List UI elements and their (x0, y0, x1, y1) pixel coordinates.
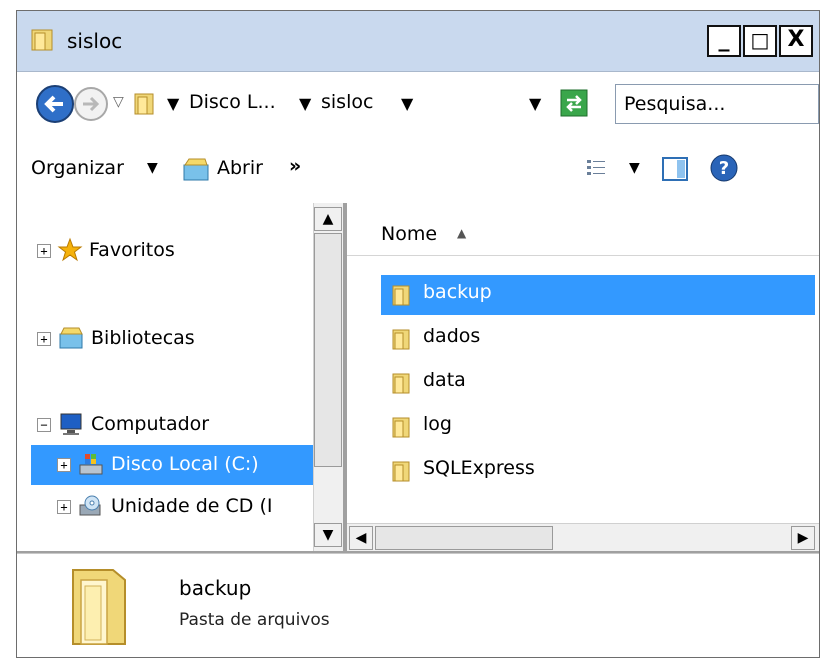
column-header-name[interactable]: Nome ▲ (347, 203, 819, 257)
folder-icon (392, 373, 410, 394)
list-item[interactable]: data (381, 363, 815, 403)
file-name: backup (423, 281, 492, 303)
file-name: log (423, 413, 452, 435)
organize-dropdown-icon[interactable]: ▼ (147, 160, 158, 176)
expand-icon[interactable]: + (37, 332, 51, 346)
drive-icon (79, 454, 103, 475)
breadcrumb-arrow-icon[interactable]: ▼ (299, 94, 311, 113)
more-commands-button[interactable]: » (289, 155, 301, 177)
expand-icon[interactable]: + (37, 244, 51, 258)
recent-pages-dropdown-icon[interactable]: ▽ (113, 94, 124, 110)
view-dropdown-icon[interactable]: ▼ (629, 160, 640, 176)
breadcrumb-item-drive[interactable]: Disco L... (189, 91, 276, 113)
list-item[interactable]: SQLExpress (381, 451, 815, 491)
nav-scrollbar[interactable]: ▲ ▼ (313, 203, 343, 551)
scroll-up-icon[interactable]: ▲ (314, 207, 342, 231)
scroll-down-icon[interactable]: ▼ (314, 523, 342, 547)
address-bar: ▽ ▼ Disco L... ▼ sisloc ▼ ▼ Pesquisa... (17, 71, 819, 135)
maximize-button[interactable]: □ (743, 25, 777, 57)
help-icon[interactable]: ? (709, 153, 739, 183)
breadcrumb-arrow-icon[interactable]: ▼ (401, 94, 413, 113)
nav-item-label: Bibliotecas (91, 327, 195, 349)
forward-icon[interactable] (73, 86, 109, 122)
collapse-icon[interactable]: − (37, 418, 51, 432)
explorer-window: sisloc _ □ X ▽ ▼ Disco L... ▼ sisloc ▼ ▼… (16, 10, 820, 658)
breadcrumb-item-sisloc[interactable]: sisloc (321, 91, 373, 113)
file-list: Nome ▲ backup dados data log SQLExpress … (347, 203, 819, 551)
details-name: backup (179, 576, 252, 600)
title-bar[interactable]: sisloc _ □ X (17, 11, 819, 71)
address-history-dropdown-icon[interactable]: ▼ (529, 94, 541, 113)
expand-icon[interactable]: + (57, 458, 71, 472)
nav-item-label: Disco Local (C:) (111, 453, 259, 475)
open-icon (183, 158, 209, 181)
star-icon (57, 237, 83, 262)
breadcrumb-arrow-icon[interactable]: ▼ (167, 94, 179, 113)
details-pane: backup Pasta de arquivos (17, 553, 819, 657)
folder-icon (392, 329, 410, 350)
list-item[interactable]: log (381, 407, 815, 447)
details-type: Pasta de arquivos (179, 610, 330, 630)
view-options-icon[interactable] (585, 157, 607, 179)
libraries-icon (59, 327, 83, 349)
search-input[interactable]: Pesquisa... (615, 84, 819, 124)
horizontal-scroll-thumb[interactable] (375, 526, 553, 550)
nav-item-bibliotecas[interactable]: + Bibliotecas (17, 319, 313, 359)
nav-item-computador[interactable]: − Computador (17, 405, 313, 445)
open-button[interactable]: Abrir (217, 157, 263, 179)
scroll-right-icon[interactable]: ▶ (791, 526, 815, 550)
scroll-thumb[interactable] (314, 233, 342, 467)
organize-button[interactable]: Organizar (31, 157, 124, 179)
folder-large-icon (72, 569, 126, 645)
horizontal-scrollbar[interactable]: ◀ ▶ (347, 523, 819, 551)
nav-item-label: Unidade de CD (I (111, 495, 273, 517)
cd-drive-icon (79, 495, 101, 516)
folder-icon (392, 461, 410, 482)
list-item[interactable]: dados (381, 319, 815, 359)
folder-icon (31, 29, 53, 51)
folder-icon (134, 93, 154, 115)
computer-icon (60, 413, 82, 435)
command-toolbar: Organizar ▼ Abrir » ▼ ? (17, 135, 819, 203)
close-button[interactable]: X (779, 25, 813, 57)
nav-item-cd-drive[interactable]: + Unidade de CD (I (31, 487, 313, 527)
scroll-left-icon[interactable]: ◀ (349, 526, 373, 550)
refresh-icon[interactable] (559, 88, 589, 118)
file-name: data (423, 369, 466, 391)
back-icon[interactable] (35, 84, 75, 124)
minimize-button[interactable]: _ (707, 25, 741, 57)
file-name: SQLExpress (423, 457, 535, 479)
folder-icon (392, 285, 410, 306)
window-title: sisloc (67, 29, 123, 53)
file-name: dados (423, 325, 481, 347)
navigation-pane: + Favoritos + Bibliotecas − Computador +… (17, 203, 313, 551)
list-item[interactable]: backup (381, 275, 815, 315)
nav-item-favoritos[interactable]: + Favoritos (17, 231, 313, 271)
preview-pane-icon[interactable] (661, 155, 689, 183)
sort-ascending-icon: ▲ (457, 226, 467, 240)
svg-text:?: ? (719, 158, 729, 179)
nav-item-label: Computador (91, 413, 210, 435)
folder-icon (392, 417, 410, 438)
expand-icon[interactable]: + (57, 500, 71, 514)
nav-item-disco-local[interactable]: + Disco Local (C:) (31, 445, 313, 485)
nav-item-label: Favoritos (89, 239, 175, 261)
